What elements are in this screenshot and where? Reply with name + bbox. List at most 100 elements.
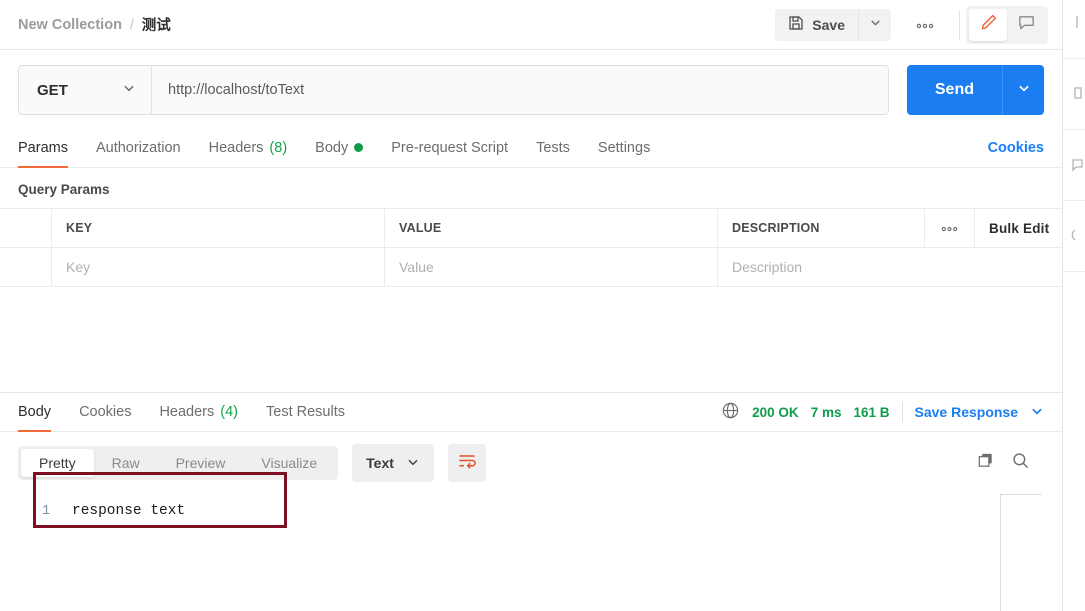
view-mode-visualize[interactable]: Visualize <box>243 449 335 477</box>
tab-authorization-label: Authorization <box>95 139 181 156</box>
chevron-down-icon[interactable] <box>1030 404 1044 421</box>
table-header-row: KEY VALUE DESCRIPTION Bulk Edit <box>0 209 1062 248</box>
send-button[interactable]: Send <box>906 65 1002 115</box>
tab-params[interactable]: Params <box>18 128 68 168</box>
header-more-button[interactable] <box>905 9 945 41</box>
value-input[interactable]: Value <box>385 248 718 286</box>
save-response-button[interactable]: Save Response <box>915 404 1019 420</box>
response-meta: 200 OK 7 ms 161 B Save Response <box>721 401 1044 423</box>
response-tab-cookies-label: Cookies <box>79 404 132 420</box>
tab-pre-request-script[interactable]: Pre-request Script <box>391 128 508 167</box>
http-method-value: GET <box>37 81 68 99</box>
comment-button[interactable] <box>1007 9 1045 41</box>
response-body-viewer: 1 response text <box>0 472 1062 528</box>
response-tab-test-results[interactable]: Test Results <box>266 393 345 431</box>
bar-chart-icon[interactable] <box>1069 14 1085 32</box>
info-icon[interactable] <box>1069 85 1085 103</box>
response-tab-headers-label: Headers <box>159 404 215 420</box>
breadcrumb-request-name[interactable]: 测试 <box>142 14 171 35</box>
viewer-right-actions <box>976 451 1044 475</box>
edit-button[interactable] <box>969 8 1007 41</box>
chevron-down-icon <box>406 455 420 472</box>
meta-divider <box>901 402 903 422</box>
rail-divider <box>1063 58 1085 59</box>
code-icon[interactable] <box>1069 227 1085 245</box>
tab-headers[interactable]: Headers (8) <box>209 128 288 167</box>
response-tab-headers-count: (4) <box>220 404 238 420</box>
url-bar: GET http://localhost/toText Send <box>0 50 1062 128</box>
format-select-value: Text <box>366 455 394 471</box>
breadcrumb-separator: / <box>129 17 134 32</box>
response-tab-cookies[interactable]: Cookies <box>79 393 131 431</box>
tab-settings-label: Settings <box>597 139 651 156</box>
description-input[interactable]: Description <box>718 248 1062 286</box>
word-wrap-button[interactable] <box>447 444 486 482</box>
tab-tests[interactable]: Tests <box>536 128 570 167</box>
request-tabs: Params Authorization Headers (8) Body Pr… <box>0 128 1062 168</box>
tab-tests-label: Tests <box>536 139 570 156</box>
save-button[interactable]: Save <box>775 8 858 41</box>
rail-divider <box>1063 200 1085 201</box>
tab-headers-label: Headers <box>208 139 264 156</box>
response-tab-test-results-label: Test Results <box>266 404 345 420</box>
response-status: 200 OK <box>752 404 799 420</box>
response-tab-body-label: Body <box>18 404 52 420</box>
three-dots-icon <box>941 221 958 235</box>
header-divider <box>959 9 960 40</box>
save-dropdown-button[interactable] <box>858 8 891 41</box>
pencil-icon <box>979 13 998 37</box>
table-row: Key Value Description <box>0 248 1062 287</box>
comment-icon <box>1017 13 1036 37</box>
tab-params-label: Params <box>18 139 68 156</box>
view-mode-pretty[interactable]: Pretty <box>21 449 94 477</box>
search-icon[interactable] <box>1011 451 1030 475</box>
view-mode-raw[interactable]: Raw <box>94 449 158 477</box>
header-actions: Save <box>775 0 1062 49</box>
method-url-group: GET http://localhost/toText <box>18 65 889 115</box>
floppy-disk-icon <box>788 15 804 34</box>
table-options-button[interactable] <box>925 209 975 247</box>
response-tab-headers[interactable]: Headers (4) <box>159 393 238 431</box>
chevron-down-icon <box>1017 81 1031 100</box>
tab-pre-request-script-label: Pre-request Script <box>391 139 509 156</box>
tab-body[interactable]: Body <box>315 128 364 167</box>
code-line[interactable]: 1 response text <box>18 494 1044 528</box>
tab-settings[interactable]: Settings <box>598 128 650 167</box>
column-header-description: DESCRIPTION <box>718 209 925 247</box>
rail-divider <box>1063 271 1085 272</box>
rail-divider <box>1063 129 1085 130</box>
response-tabs: Body Cookies Headers (4) Test Results 20… <box>0 392 1062 432</box>
view-mode-segmented: Pretty Raw Preview Visualize <box>18 446 339 480</box>
query-params-table: KEY VALUE DESCRIPTION Bulk Edit Key Valu… <box>0 208 1062 287</box>
line-number: 1 <box>42 503 51 519</box>
response-time: 7 ms <box>810 404 842 420</box>
bulk-edit-button[interactable]: Bulk Edit <box>975 209 1062 247</box>
comment-icon[interactable] <box>1069 156 1085 174</box>
copy-icon[interactable] <box>976 451 995 475</box>
select-all-cell <box>0 209 52 247</box>
chevron-down-icon <box>122 81 136 99</box>
cookies-link[interactable]: Cookies <box>988 140 1044 156</box>
request-header: New Collection / 测试 Save <box>0 0 1062 50</box>
breadcrumb-collection[interactable]: New Collection <box>18 17 122 33</box>
key-input[interactable]: Key <box>52 248 385 286</box>
http-method-select[interactable]: GET <box>19 66 152 114</box>
query-params-label: Query Params <box>18 182 110 197</box>
globe-icon <box>721 401 740 423</box>
response-tab-body[interactable]: Body <box>18 393 52 432</box>
format-select[interactable]: Text <box>352 444 434 482</box>
view-mode-group <box>966 5 1048 44</box>
response-size: 161 B <box>853 404 890 420</box>
send-dropdown-button[interactable] <box>1002 65 1044 115</box>
main-column: New Collection / 测试 Save GET http://loca… <box>0 0 1062 611</box>
three-dots-icon <box>916 16 934 34</box>
params-empty-area <box>0 287 1062 392</box>
tab-authorization[interactable]: Authorization <box>96 128 181 167</box>
view-mode-preview[interactable]: Preview <box>158 449 244 477</box>
response-viewer-controls: Pretty Raw Preview Visualize Text <box>0 432 1062 494</box>
column-header-value: VALUE <box>385 209 718 247</box>
url-input[interactable]: http://localhost/toText <box>152 66 888 114</box>
row-checkbox[interactable] <box>0 248 52 286</box>
right-sidebar <box>1062 0 1085 611</box>
tab-body-label: Body <box>315 139 349 156</box>
